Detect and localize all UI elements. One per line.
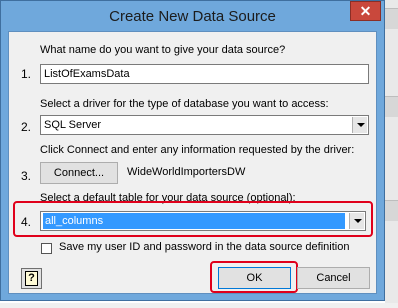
save-credentials-checkbox[interactable]: [41, 243, 52, 254]
create-data-source-dialog: Create New Data Source ✕ What name do yo…: [0, 0, 385, 301]
dialog-title: Create New Data Source: [109, 8, 276, 25]
connected-server-name: WideWorldImportersDW: [127, 166, 246, 178]
dialog-body: What name do you want to give your data …: [8, 31, 377, 294]
cancel-button[interactable]: Cancel: [297, 267, 370, 289]
chevron-down-icon[interactable]: [352, 117, 367, 133]
help-icon: ?: [25, 271, 38, 286]
save-credentials-label: Save my user ID and password in the data…: [59, 241, 350, 253]
step2-prompt: Select a driver for the type of database…: [40, 98, 329, 110]
driver-select-value: SQL Server: [44, 119, 102, 131]
step3-prompt: Click Connect and enter any information …: [40, 144, 355, 156]
ok-highlight-box: [210, 261, 298, 293]
background-app-bottom: [0, 303, 398, 308]
close-button[interactable]: ✕: [350, 1, 381, 21]
driver-select[interactable]: SQL Server: [40, 115, 369, 135]
step1-prompt: What name do you want to give your data …: [40, 44, 286, 56]
step3-number: 3.: [21, 169, 32, 183]
background-strip: [385, 8, 398, 29]
background-strip: [385, 200, 398, 221]
step1-number: 1.: [21, 67, 32, 81]
close-icon: ✕: [359, 3, 372, 19]
background-strip: [385, 96, 398, 117]
background-app-edge: [385, 0, 398, 308]
data-source-name-input[interactable]: ListOfExamsData: [40, 64, 369, 84]
title-bar[interactable]: Create New Data Source ✕: [1, 1, 384, 31]
step4-highlight-box: [13, 201, 373, 237]
connect-button[interactable]: Connect...: [40, 162, 118, 184]
step2-number: 2.: [21, 120, 32, 134]
help-button[interactable]: ?: [21, 268, 42, 289]
